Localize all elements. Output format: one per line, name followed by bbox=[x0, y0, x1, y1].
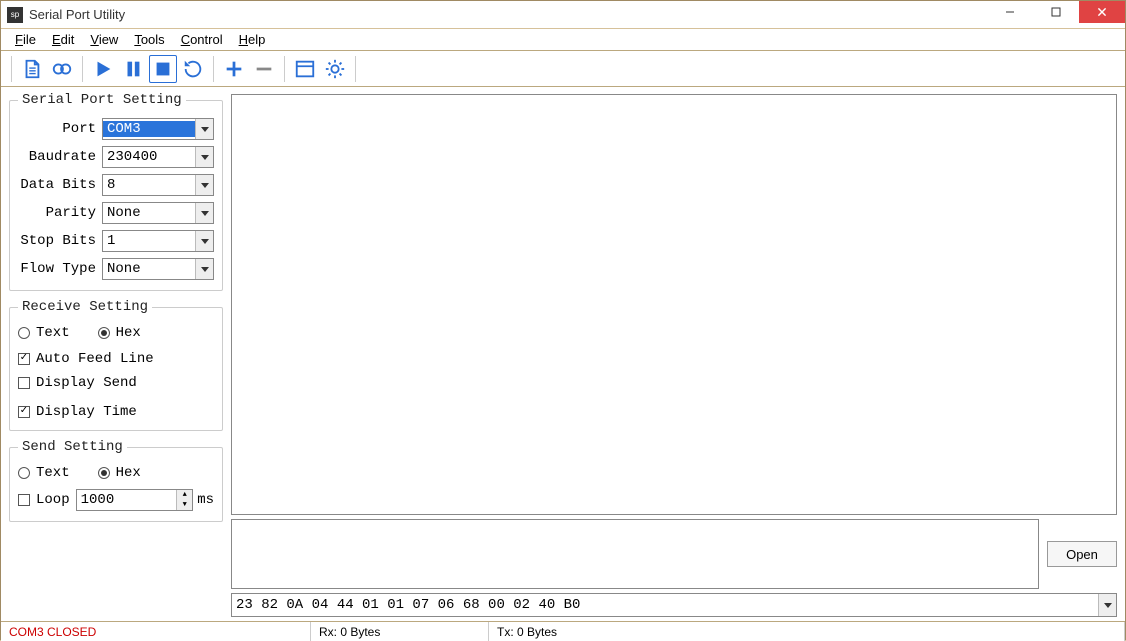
spin-up-icon[interactable]: ▲ bbox=[176, 490, 192, 500]
tx-hex-label: Hex bbox=[116, 465, 141, 481]
chevron-down-icon[interactable] bbox=[195, 147, 213, 167]
serial-port-legend: Serial Port Setting bbox=[18, 92, 186, 108]
parity-label: Parity bbox=[18, 205, 102, 221]
menu-bar: File Edit View Tools Control Help bbox=[1, 29, 1125, 51]
baudrate-label: Baudrate bbox=[18, 149, 102, 165]
send-legend: Send Setting bbox=[18, 439, 127, 455]
chevron-down-icon[interactable] bbox=[195, 175, 213, 195]
tx-hex-radio[interactable]: Hex bbox=[98, 465, 141, 481]
flowtype-label: Flow Type bbox=[18, 261, 102, 277]
chevron-down-icon[interactable] bbox=[195, 231, 213, 251]
stopbits-label: Stop Bits bbox=[18, 233, 102, 249]
port-label: Port bbox=[18, 121, 102, 137]
plus-icon[interactable] bbox=[220, 55, 248, 83]
chevron-down-icon[interactable] bbox=[195, 119, 213, 139]
chevron-down-icon[interactable] bbox=[195, 259, 213, 279]
loop-label: Loop bbox=[36, 492, 70, 508]
port-combo[interactable]: COM3 bbox=[102, 118, 214, 140]
tx-text-radio[interactable]: Text bbox=[18, 465, 70, 481]
loop-interval-input[interactable]: 1000 ▲ ▼ bbox=[76, 489, 194, 511]
serial-port-setting-group: Serial Port Setting Port COM3 Baudrate 2… bbox=[9, 92, 223, 291]
loop-unit: ms bbox=[197, 492, 214, 508]
new-file-icon[interactable] bbox=[18, 55, 46, 83]
app-icon: sp bbox=[7, 7, 23, 23]
window-title: Serial Port Utility bbox=[29, 7, 987, 22]
maximize-button[interactable] bbox=[1033, 1, 1079, 23]
status-bar: COM3 CLOSED Rx: 0 Bytes Tx: 0 Bytes bbox=[1, 621, 1125, 641]
reload-icon[interactable] bbox=[179, 55, 207, 83]
menu-help[interactable]: Help bbox=[233, 30, 272, 49]
stop-icon[interactable] bbox=[149, 55, 177, 83]
rx-hex-radio[interactable]: Hex bbox=[98, 325, 141, 341]
minimize-button[interactable] bbox=[987, 1, 1033, 23]
content-area: Serial Port Setting Port COM3 Baudrate 2… bbox=[1, 87, 1125, 621]
display-send-label: Display Send bbox=[36, 375, 137, 391]
flowtype-combo[interactable]: None bbox=[102, 258, 214, 280]
auto-feed-label: Auto Feed Line bbox=[36, 351, 154, 367]
stopbits-combo[interactable]: 1 bbox=[102, 230, 214, 252]
display-time-check[interactable]: Display Time bbox=[18, 404, 137, 420]
chevron-down-icon[interactable] bbox=[195, 203, 213, 223]
title-bar: sp Serial Port Utility bbox=[1, 1, 1125, 29]
loop-value: 1000 bbox=[77, 492, 177, 508]
record-icon[interactable] bbox=[48, 55, 76, 83]
gear-icon[interactable] bbox=[321, 55, 349, 83]
open-button[interactable]: Open bbox=[1047, 541, 1117, 567]
databits-value: 8 bbox=[103, 177, 195, 193]
open-label: Open bbox=[1066, 547, 1098, 562]
loop-check[interactable]: Loop bbox=[18, 492, 70, 508]
send-textarea[interactable] bbox=[231, 519, 1039, 589]
receive-textarea[interactable] bbox=[231, 94, 1117, 515]
status-rx: Rx: 0 Bytes bbox=[311, 622, 489, 641]
close-button[interactable] bbox=[1079, 1, 1125, 23]
spin-down-icon[interactable]: ▼ bbox=[176, 500, 192, 510]
port-value: COM3 bbox=[103, 121, 195, 137]
receive-legend: Receive Setting bbox=[18, 299, 152, 315]
parity-value: None bbox=[103, 205, 195, 221]
hex-history-value: 23 82 0A 04 44 01 01 07 06 68 00 02 40 B… bbox=[232, 597, 1098, 613]
rx-hex-label: Hex bbox=[116, 325, 141, 341]
play-icon[interactable] bbox=[89, 55, 117, 83]
window-icon[interactable] bbox=[291, 55, 319, 83]
receive-setting-group: Receive Setting Text Hex Auto Feed Line … bbox=[9, 299, 223, 431]
stopbits-value: 1 bbox=[103, 233, 195, 249]
menu-control[interactable]: Control bbox=[175, 30, 229, 49]
display-send-check[interactable]: Display Send bbox=[18, 375, 137, 391]
menu-file[interactable]: File bbox=[9, 30, 42, 49]
status-tx: Tx: 0 Bytes bbox=[489, 622, 1125, 641]
minus-icon[interactable] bbox=[250, 55, 278, 83]
rx-text-label: Text bbox=[36, 325, 70, 341]
menu-tools[interactable]: Tools bbox=[128, 30, 170, 49]
databits-label: Data Bits bbox=[18, 177, 102, 193]
rx-text-radio[interactable]: Text bbox=[18, 325, 70, 341]
right-panel: Open 23 82 0A 04 44 01 01 07 06 68 00 02… bbox=[227, 88, 1125, 621]
hex-history-combo[interactable]: 23 82 0A 04 44 01 01 07 06 68 00 02 40 B… bbox=[231, 593, 1117, 617]
auto-feed-check[interactable]: Auto Feed Line bbox=[18, 351, 154, 367]
chevron-down-icon[interactable] bbox=[1098, 594, 1116, 616]
send-setting-group: Send Setting Text Hex Loop 1000 ▲ ▼ ms bbox=[9, 439, 223, 522]
left-panel: Serial Port Setting Port COM3 Baudrate 2… bbox=[1, 88, 227, 621]
display-time-label: Display Time bbox=[36, 404, 137, 420]
pause-icon[interactable] bbox=[119, 55, 147, 83]
baudrate-combo[interactable]: 230400 bbox=[102, 146, 214, 168]
toolbar bbox=[1, 51, 1125, 87]
flowtype-value: None bbox=[103, 261, 195, 277]
databits-combo[interactable]: 8 bbox=[102, 174, 214, 196]
parity-combo[interactable]: None bbox=[102, 202, 214, 224]
baudrate-value: 230400 bbox=[103, 149, 195, 165]
menu-edit[interactable]: Edit bbox=[46, 30, 80, 49]
tx-text-label: Text bbox=[36, 465, 70, 481]
status-port-state: COM3 CLOSED bbox=[1, 622, 311, 641]
menu-view[interactable]: View bbox=[84, 30, 124, 49]
